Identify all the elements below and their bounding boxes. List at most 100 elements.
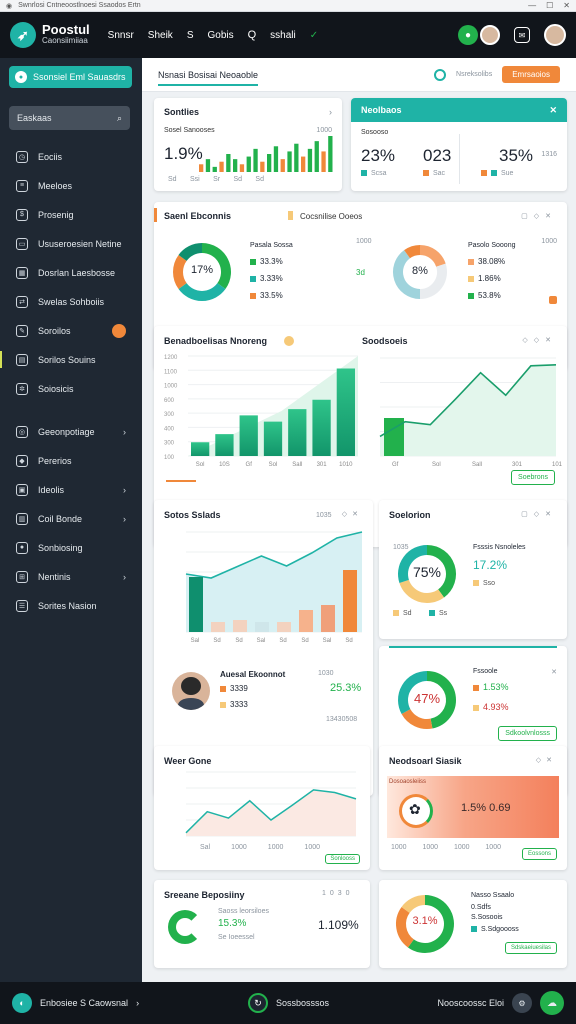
sidebar-item[interactable]: ▥ Coil Bonde › (0, 504, 142, 533)
sidebar-item-label: Ususeroesien Netine (38, 238, 122, 249)
topnav-item[interactable]: sshali (270, 30, 296, 41)
cloud-icon[interactable]: ☁ (540, 991, 564, 1015)
card-actions[interactable]: ▢◇✕ (521, 212, 557, 220)
metric-value: 35% (499, 146, 534, 165)
footer-right-label: Nooscoossc Eloi (437, 998, 504, 1008)
sidebar-item[interactable]: ≡ Meeloes (0, 171, 142, 200)
legend-value: 33.3% (260, 257, 283, 266)
bar (260, 161, 265, 172)
x-tick-label: Gf (246, 462, 253, 468)
topnav-item[interactable]: S (187, 30, 194, 41)
bar (294, 143, 299, 172)
mid-label: 3d (356, 268, 365, 277)
profile-avatar[interactable] (544, 24, 566, 46)
monitor-icon: ▭ (16, 237, 28, 250)
card-action-button[interactable]: Sdskaeiuesilas (504, 942, 557, 954)
sidebar-item-label: Swelas Sohboiis (38, 296, 105, 307)
card-actions[interactable]: ▢◇✕ (521, 510, 557, 518)
sidebar-search[interactable]: Easkaas ⌕ (9, 106, 130, 130)
metric-value: 23% (361, 146, 396, 165)
share-icon: ⇄ (16, 295, 28, 308)
maximize-icon[interactable]: ☐ (546, 1, 553, 10)
legend-value: S.Sdgoooss (481, 926, 519, 933)
donut-slice (419, 245, 446, 268)
bar (307, 148, 313, 172)
sidebar-item[interactable]: ● Sonbiosing (0, 533, 142, 562)
bar (246, 156, 251, 172)
sidebar-item-label: Geeonpotiage (38, 426, 95, 437)
card-action-button[interactable]: Eossons (521, 848, 557, 860)
card-actions[interactable]: ◇✕ (536, 756, 557, 764)
card-subtitle: Sosel Sanooses (164, 127, 215, 134)
header-action-button[interactable]: Emrsaoios (502, 66, 560, 83)
card-action-button[interactable]: Sdkoolvnlosss (498, 726, 557, 741)
topnav-item[interactable]: Gobis (207, 30, 233, 41)
brand-name: Poostul (42, 22, 90, 37)
info-icon[interactable] (284, 336, 294, 346)
notification-icon[interactable]: ● (458, 25, 478, 45)
refresh-icon[interactable] (434, 68, 447, 81)
card-actions[interactable]: ◇◇✕ (522, 336, 557, 344)
sidebar-item[interactable]: ▦ Dosrlan Laesbosse (0, 258, 142, 287)
sidebar-item-label: Eociis (38, 151, 63, 162)
person-row: 3333 (230, 700, 248, 709)
chart-action-button[interactable]: Soebrons (511, 470, 555, 485)
chevron-right-icon[interactable]: › (329, 107, 332, 117)
card-actions[interactable]: ✕ (551, 668, 557, 676)
card-actions[interactable]: ◇✕ (342, 510, 363, 518)
search-input[interactable]: Easkaas (17, 113, 52, 123)
sidebar-item[interactable]: ⇄ Swelas Sohboiis (0, 287, 142, 316)
sidebar-item[interactable]: ▤ Sorilos Souins (0, 345, 142, 374)
bar (287, 151, 292, 172)
bar (314, 141, 319, 172)
bar (267, 154, 272, 172)
x-tick-label: Sall (472, 462, 482, 468)
sidebar-item[interactable]: ▣ Ideolis › (0, 475, 142, 504)
search-icon[interactable]: ⌕ (117, 113, 122, 124)
app-logo-icon[interactable]: ➶ (10, 22, 36, 48)
legend-head: Pasolo Sooong (468, 242, 516, 249)
grid-icon: ⊞ (16, 570, 28, 583)
card-tick: 1035 (316, 512, 332, 519)
axis-label: 1000 (485, 844, 501, 851)
card-title: Weer Gone (164, 756, 212, 766)
minimize-icon[interactable]: — (528, 1, 536, 10)
status-dot (112, 323, 126, 338)
card-footer: 13430508 (326, 716, 358, 723)
topnav-item[interactable]: Snnsr (108, 30, 134, 41)
legend-value: 38.08% (478, 257, 506, 266)
sidebar-item[interactable]: ⊞ Nentinis › (0, 562, 142, 591)
top-navigation-bar: ➶ Poostul Caonsiimiiaa Snnsr Sheik S Gob… (0, 12, 576, 58)
footer-mid[interactable]: ↻ Sossbosssos (248, 993, 329, 1013)
footer-left[interactable]: ◐ Enbosiee S Caowsnal › (12, 993, 139, 1013)
x-tick-label: Sal (191, 638, 200, 644)
x-tick-label: Sol (269, 462, 278, 468)
tag-icon: ◆ (16, 454, 28, 467)
sidebar-item[interactable]: ▭ Ususeroesien Netine (0, 229, 142, 258)
home-icon: ◐ (12, 993, 32, 1013)
stat-card-neolbaos: Neolbaos ✕ Sosooso 23% 023 35% 1316 Scsa… (351, 98, 567, 191)
page-title-tab[interactable]: Nsnasi Bosisai Neoaoble (158, 70, 259, 86)
sidebar-item[interactable]: ◷ Eociis (0, 142, 142, 171)
header-toggle[interactable]: Nsreksolibs (456, 71, 492, 78)
message-icon[interactable]: ✉ (514, 27, 530, 43)
user-avatar-small[interactable] (480, 25, 500, 45)
sidebar-item[interactable]: ☰ Sorites Nasion (0, 591, 142, 620)
search-icon[interactable]: Q (248, 29, 257, 41)
chart-action-button[interactable]: Sonlooss (325, 854, 360, 864)
sidebar-item-label: Ideolis (38, 484, 65, 495)
sidebar-item[interactable]: ◆ Pererios (0, 446, 142, 475)
sidebar-item[interactable]: ✎ Soroilos (0, 316, 142, 345)
close-icon[interactable]: ✕ (563, 1, 570, 10)
axis-label: 1000 (231, 844, 247, 851)
legend-head: Fssoole (473, 668, 498, 675)
sidebar-item[interactable]: ✲ Soiosicis (0, 374, 142, 403)
sidebar-item[interactable]: ◎ Geeonpotiage › (0, 417, 142, 446)
close-icon[interactable]: ✕ (549, 105, 557, 116)
topnav-item[interactable]: Sheik (148, 30, 173, 41)
settings-icon[interactable]: ⚙ (512, 993, 532, 1013)
bar (189, 577, 203, 632)
sidebar-primary-button[interactable]: ● Ssonsiel Eml Sauasdrs (9, 66, 132, 88)
footer-right[interactable]: Nooscoossc Eloi ⚙ ☁ (437, 991, 564, 1015)
sidebar-item[interactable]: $ Prosenig (0, 200, 142, 229)
